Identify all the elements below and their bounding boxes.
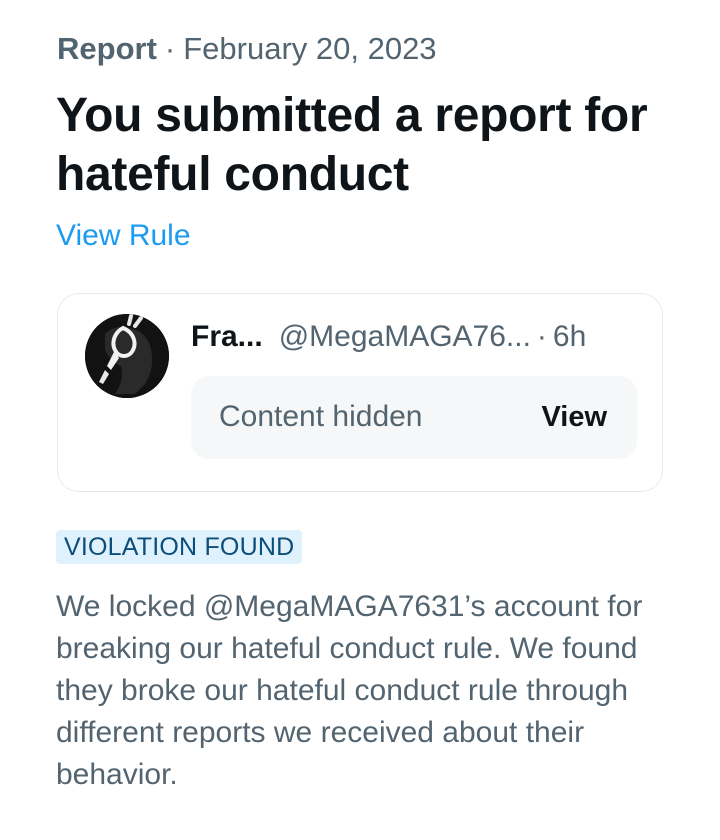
report-date: February 20, 2023	[183, 31, 437, 66]
avatar-hand-sign-image	[85, 314, 169, 398]
status-badge: VIOLATION FOUND	[56, 530, 303, 564]
report-title: You submitted a report for hateful condu…	[56, 89, 648, 201]
header-separator: ·	[536, 320, 547, 353]
report-label: Report	[57, 31, 157, 66]
view-content-button[interactable]: View	[541, 398, 607, 436]
result-description: We locked @MegaMAGA7631’s account for br…	[56, 590, 643, 791]
post-header: Fra... @MegaMAGA76... · 6h	[191, 318, 586, 356]
reported-post-card[interactable]: Fra... @MegaMAGA76... · 6h Content hidden V…	[57, 293, 663, 492]
meta-separator: ·	[164, 31, 176, 66]
report-meta: Report · February 20, 2023	[57, 30, 437, 68]
display-name[interactable]: Fra...	[191, 320, 263, 353]
content-hidden-box: Content hidden View	[191, 376, 637, 459]
view-rule-link[interactable]: View Rule	[56, 217, 191, 255]
post-time: 6h	[552, 320, 587, 353]
content-hidden-label: Content hidden	[219, 400, 423, 433]
avatar	[85, 314, 169, 398]
user-handle[interactable]: @MegaMAGA76...	[279, 320, 531, 353]
